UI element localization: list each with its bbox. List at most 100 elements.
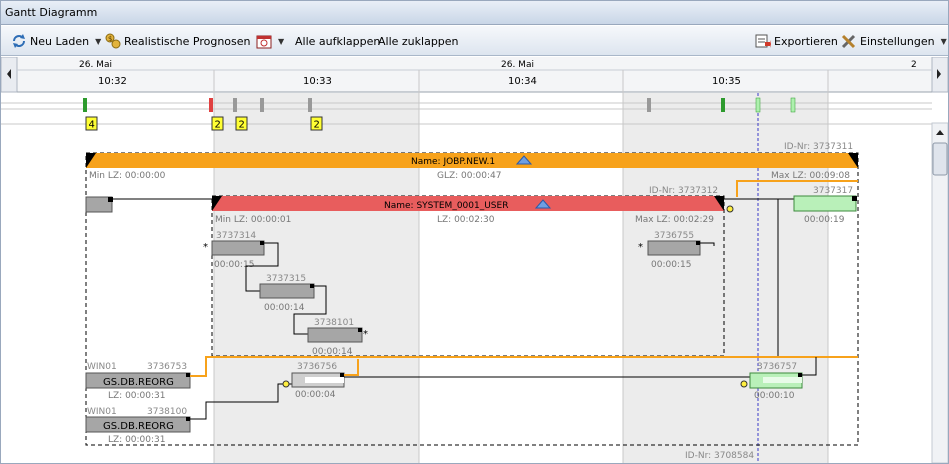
asterisk-icon: *: [363, 329, 368, 340]
task-end-marker: [358, 328, 362, 332]
gantt-chart[interactable]: 26. Mai 26. Mai 2 10:32 10:33 10:34 10:3…: [1, 57, 948, 463]
time-label: 10:33: [303, 76, 332, 87]
chevron-down-icon[interactable]: ▼: [941, 37, 947, 46]
sync-point-icon[interactable]: [282, 380, 290, 388]
reload-label: Neu Laden: [30, 34, 90, 48]
task-bar[interactable]: [307, 327, 363, 343]
task-duration: 00:00:14: [264, 303, 305, 313]
export-label: Exportieren: [774, 34, 838, 48]
reload-icon: [11, 33, 27, 49]
date-label: 26. Mai: [79, 60, 112, 70]
export-button[interactable]: Exportieren: [755, 32, 838, 50]
top-id-label: ID-Nr: 3737311: [784, 142, 853, 152]
count-badge-label: 2: [239, 120, 245, 131]
task-host: WIN01: [87, 362, 117, 372]
sync-point-icon[interactable]: [726, 205, 734, 213]
task-bar[interactable]: [259, 283, 315, 299]
task-duration: 00:00:10: [754, 391, 795, 401]
task-bar[interactable]: [793, 195, 857, 212]
export-icon: [755, 33, 771, 49]
sync-point-icon[interactable]: [740, 380, 748, 388]
bottom-id-label: ID-Nr: 3708584: [685, 451, 754, 461]
task-id: 3737317: [813, 186, 853, 196]
task-duration: 00:00:15: [651, 260, 691, 270]
task-lz: LZ: 00:00:31: [108, 435, 166, 445]
task-name: GS.DB.REORG: [103, 377, 174, 388]
date-label: 2: [911, 60, 917, 70]
sys-lz: LZ: 00:02:30: [437, 215, 495, 225]
task-end-marker: [798, 373, 802, 377]
date-label: 26. Mai: [501, 60, 534, 70]
count-badge-label: 2: [215, 120, 221, 131]
jobp-name: Name: JOBP.NEW.1: [411, 157, 495, 167]
task-end-marker: [108, 197, 113, 202]
forecast-button[interactable]: $ Realistische Prognosen ▼: [105, 32, 263, 50]
asterisk-icon: *: [638, 242, 643, 253]
time-label: 10:32: [98, 76, 127, 87]
task-duration: 00:00:19: [804, 215, 845, 225]
run-marker[interactable]: [790, 97, 796, 113]
run-marker[interactable]: [83, 98, 87, 112]
task-end-marker: [852, 196, 857, 201]
scrollbar-thumb[interactable]: [932, 142, 948, 176]
run-marker[interactable]: [260, 98, 264, 112]
run-marker[interactable]: [209, 98, 213, 112]
forecast-label: Realistische Prognosen: [124, 34, 251, 48]
sys-id-label: ID-Nr: 3737312: [649, 186, 718, 196]
collapse-all-button[interactable]: Alle zuklappen: [378, 32, 459, 50]
task-id: 3736753: [147, 362, 187, 372]
task-end-marker: [186, 373, 190, 377]
sys-min-lz: Min LZ: 00:00:01: [215, 215, 291, 225]
time-label: 10:35: [712, 76, 741, 87]
chevron-down-icon[interactable]: ▼: [278, 37, 284, 46]
task-bar[interactable]: [647, 240, 701, 256]
calendar-filter-button[interactable]: ▼: [256, 32, 284, 50]
task-duration: 00:00:14: [312, 347, 353, 357]
expand-all-button[interactable]: Alle aufklappen: [295, 32, 380, 50]
timeline-header: [1, 57, 948, 92]
forecast-icon: $: [105, 33, 121, 49]
run-marker[interactable]: [233, 98, 237, 112]
task-id: 3738100: [147, 407, 187, 417]
task-end-marker: [696, 241, 700, 245]
jobp-max-lz: Max LZ: 00:09:08: [771, 171, 850, 181]
task-end-marker: [186, 417, 190, 421]
gantt-window: Gantt Diagramm Neu Laden ▼ $ Realistisch…: [0, 0, 949, 464]
settings-button[interactable]: Einstellungen ▼: [841, 32, 947, 50]
count-badge-label: 4: [89, 120, 95, 131]
tools-icon: [841, 33, 857, 49]
count-badge-label: 2: [314, 120, 320, 131]
task-lz: LZ: 00:00:31: [108, 391, 166, 401]
chevron-down-icon[interactable]: ▼: [95, 37, 101, 46]
task-end-marker: [260, 241, 264, 245]
task-host: WIN01: [87, 407, 117, 417]
task-id: 3737314: [216, 231, 256, 241]
task-bar[interactable]: [211, 240, 265, 256]
minute-band: [214, 93, 419, 463]
task-duration: 00:00:04: [295, 390, 336, 400]
reload-button[interactable]: Neu Laden ▼: [11, 32, 101, 50]
task-duration: 00:00:15: [214, 260, 254, 270]
task-end-marker: [340, 373, 344, 377]
jobp-min-lz: Min LZ: 00:00:00: [89, 171, 166, 181]
window-title: Gantt Diagramm: [1, 1, 948, 25]
run-marker[interactable]: [721, 98, 725, 112]
time-label: 10:34: [508, 76, 537, 87]
task-id: 3737315: [266, 274, 306, 284]
task-id: 3736757: [757, 362, 797, 372]
sys-max-lz: Max LZ: 00:02:29: [635, 215, 714, 225]
toolbar: Neu Laden ▼ $ Realistische Prognosen ▼ ▼…: [1, 26, 948, 56]
run-marker[interactable]: [647, 98, 651, 112]
run-marker[interactable]: [308, 98, 312, 112]
sys-name: Name: SYSTEM_0001_USER: [384, 201, 508, 211]
task-bar-gap: [305, 377, 344, 383]
settings-label: Einstellungen: [860, 34, 935, 48]
svg-text:$: $: [108, 35, 112, 43]
task-id: 3738101: [314, 318, 354, 328]
calendar-icon: [256, 33, 272, 49]
task-id: 3736756: [297, 362, 337, 372]
run-marker[interactable]: [755, 97, 761, 113]
task-end-marker: [310, 284, 314, 288]
jobp-glz: GLZ: 00:00:47: [437, 171, 501, 181]
asterisk-icon: *: [203, 242, 208, 253]
